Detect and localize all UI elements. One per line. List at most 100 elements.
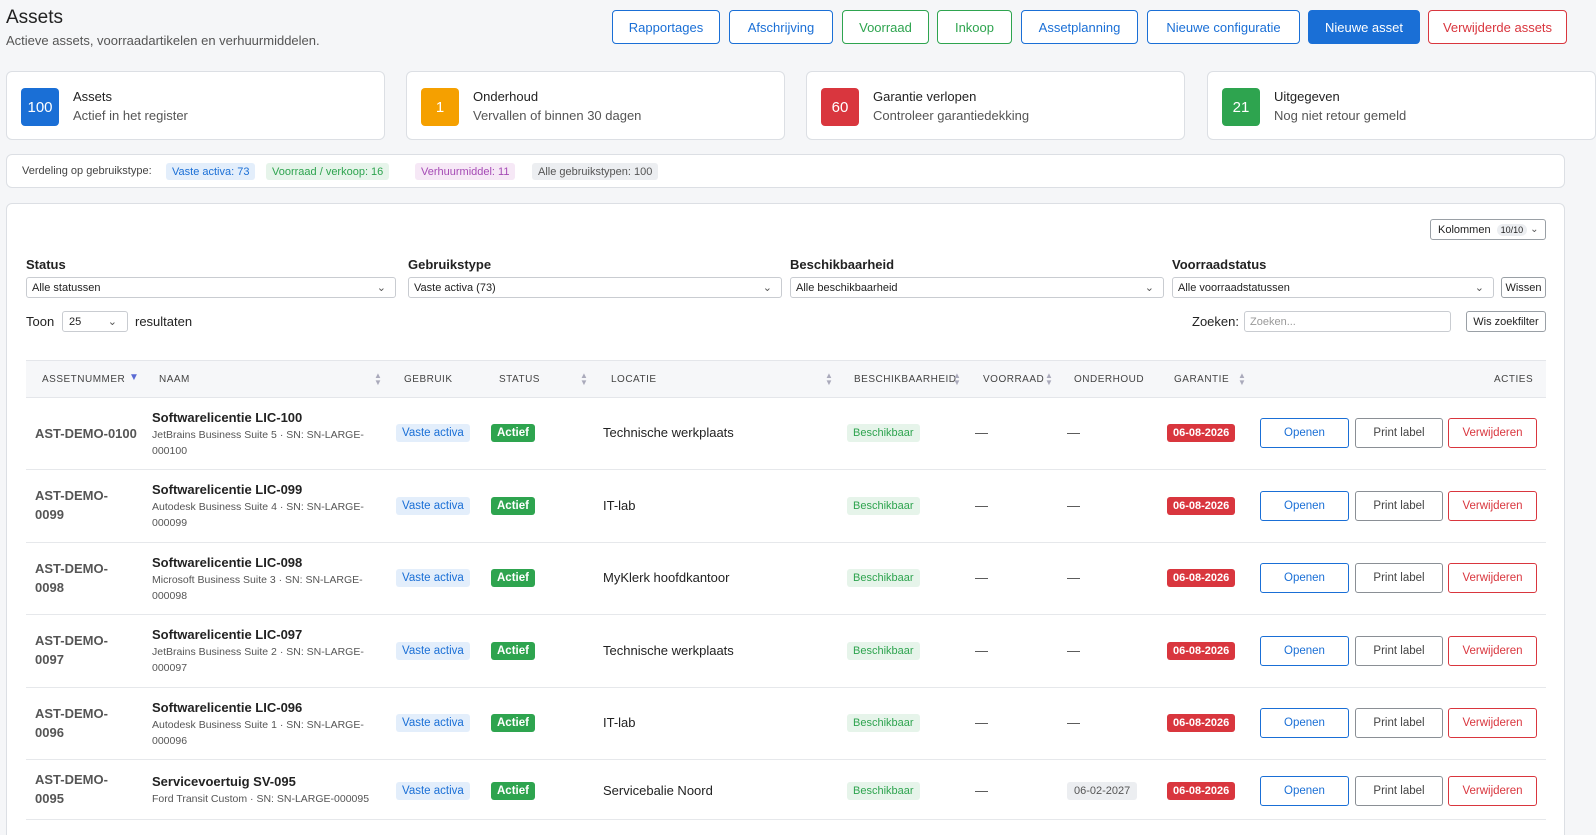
chevron-down-icon: ⌄ — [1474, 282, 1484, 294]
sort-icon[interactable]: ▲ ▼ — [374, 372, 382, 387]
rapportages-button[interactable]: Rapportages — [612, 10, 720, 44]
page-size-suffix: resultaten — [135, 314, 193, 329]
asset-details: JetBrains Business Suite 5 · SN: SN-LARG… — [152, 429, 364, 457]
filter-gebruikstype-value: Vaste activa (73) — [414, 281, 496, 294]
print-label-button[interactable]: Print label — [1355, 563, 1443, 593]
stat-card-value: 60 — [821, 88, 859, 126]
open-button[interactable]: Openen — [1260, 563, 1349, 593]
asset-number: AST-DEMO- — [35, 561, 108, 576]
print-label-button[interactable]: Print label — [1355, 708, 1443, 738]
clear-search-button[interactable]: Wis zoekfilter — [1466, 311, 1546, 332]
asset-number: AST-DEMO- — [35, 706, 108, 721]
delete-button[interactable]: Verwijderen — [1448, 491, 1537, 521]
delete-button[interactable]: Verwijderen — [1448, 418, 1537, 448]
warranty-badge: 06-08-2026 — [1167, 569, 1236, 587]
filter-voorraadstatus-select[interactable]: Alle voorraadstatussen ⌄ — [1172, 277, 1494, 298]
print-label-button[interactable]: Print label — [1355, 491, 1443, 521]
asset-name: Softwarelicentie LIC-098 — [152, 555, 303, 570]
asset-number-suffix: 0096 — [35, 725, 64, 740]
nieuwe-asset-button[interactable]: Nieuwe asset — [1308, 10, 1420, 44]
filter-voorraadstatus-label: Voorraadstatus — [1172, 257, 1267, 272]
delete-button[interactable]: Verwijderen — [1448, 563, 1537, 593]
table-row: AST-DEMO- 0099 Softwarelicentie LIC-099 … — [26, 470, 1546, 543]
filter-beschikbaarheid-label: Beschikbaarheid — [790, 257, 895, 272]
table-header: ASSETNUMMER ▼ NAAM ▲ ▼ GEBRUIK STATUS ▲ ▼ … — [26, 360, 1546, 398]
print-label-button[interactable]: Print label — [1355, 636, 1443, 666]
th-garantie[interactable]: GARANTIE — [1174, 374, 1229, 385]
th-onderhoud[interactable]: ONDERHOUD — [1074, 374, 1144, 385]
filter-gebruikstype-select[interactable]: Vaste activa (73) ⌄ — [408, 277, 782, 298]
sort-icon[interactable]: ▲ ▼ — [580, 372, 588, 387]
stat-card-value: 100 — [21, 88, 59, 126]
sort-desc-icon[interactable]: ▼ — [129, 373, 139, 383]
asset-number-suffix: 0099 — [35, 507, 64, 522]
filter-status-select[interactable]: Alle statussen ⌄ — [26, 277, 396, 298]
asset-details: Autodesk Business Suite 4 · SN: SN-LARGE… — [152, 501, 364, 529]
delete-button[interactable]: Verwijderen — [1448, 636, 1537, 666]
voorraad-button[interactable]: Voorraad — [842, 10, 929, 44]
afschrijving-button[interactable]: Afschrijving — [729, 10, 833, 44]
open-button[interactable]: Openen — [1260, 491, 1349, 521]
print-label-button[interactable]: Print label — [1355, 418, 1443, 448]
inkoop-button[interactable]: Inkoop — [937, 10, 1012, 44]
status-badge: Actief — [491, 714, 535, 732]
availability-badge: Beschikbaar — [847, 642, 920, 660]
stock-value: — — [975, 643, 988, 658]
open-button[interactable]: Openen — [1260, 418, 1349, 448]
th-beschikbaarheid[interactable]: BESCHIKBAARHEID — [854, 374, 957, 385]
sort-icon[interactable]: ▲ ▼ — [825, 372, 833, 387]
print-label-button[interactable]: Print label — [1355, 776, 1443, 806]
verwijderde-assets-button[interactable]: Verwijderde assets — [1428, 10, 1567, 44]
th-locatie[interactable]: LOCATIE — [611, 374, 657, 385]
table-row: AST-DEMO- 0096 Softwarelicentie LIC-096 … — [26, 688, 1546, 760]
warranty-badge: 06-08-2026 — [1167, 424, 1236, 442]
warranty-badge: 06-08-2026 — [1167, 497, 1236, 515]
sort-icon[interactable]: ▲ ▼ — [953, 372, 961, 387]
open-button[interactable]: Openen — [1260, 708, 1349, 738]
open-button[interactable]: Openen — [1260, 636, 1349, 666]
sort-icon[interactable]: ▲ ▼ — [1238, 372, 1246, 387]
th-voorraad[interactable]: VOORRAAD — [983, 374, 1044, 385]
sort-icon[interactable]: ▲ ▼ — [1045, 372, 1053, 387]
asset-details: Ford Transit Custom · SN: SN-LARGE-00009… — [152, 793, 370, 805]
asset-details: Microsoft Business Suite 3 · SN: SN-LARG… — [152, 574, 363, 602]
clear-filters-button[interactable]: Wissen — [1501, 277, 1546, 298]
table-row: AST-DEMO- 0097 Softwarelicentie LIC-097 … — [26, 615, 1546, 688]
asset-number: AST-DEMO- — [35, 633, 108, 648]
delete-button[interactable]: Verwijderen — [1448, 776, 1537, 806]
asset-name: Softwarelicentie LIC-100 — [152, 410, 303, 425]
pill-verhuurmiddel[interactable]: Verhuurmiddel: 11 — [415, 163, 516, 180]
th-assetnummer[interactable]: ASSETNUMMER — [42, 374, 125, 385]
usage-badge: Vaste activa — [396, 569, 470, 587]
warranty-badge: 06-08-2026 — [1167, 642, 1236, 660]
asset-name: Servicevoertuig SV-095 — [152, 774, 296, 789]
th-status[interactable]: STATUS — [499, 374, 540, 385]
pill-voorraad-verkoop[interactable]: Voorraad / verkoop: 16 — [266, 163, 390, 180]
search-input[interactable]: Zoeken... — [1244, 311, 1451, 332]
stat-card-uitgegeven: 21 Uitgegeven Nog niet retour gemeld — [1207, 71, 1596, 140]
pill-vaste-activa[interactable]: Vaste activa: 73 — [166, 163, 256, 180]
location: Servicebalie Noord — [603, 783, 713, 798]
location: IT-lab — [603, 715, 636, 730]
pill-alle-gebruikstypen[interactable]: Alle gebruikstypen: 100 — [532, 163, 659, 180]
stat-card-value: 21 — [1222, 88, 1260, 126]
page-size-select[interactable]: 25 ⌄ — [62, 311, 128, 332]
th-naam[interactable]: NAAM — [159, 374, 190, 385]
columns-button[interactable]: Kolommen 10/10 ⌄ — [1430, 219, 1546, 240]
nieuwe-configuratie-button[interactable]: Nieuwe configuratie — [1147, 10, 1300, 44]
th-gebruik[interactable]: GEBRUIK — [404, 374, 453, 385]
asset-number: AST-DEMO- — [35, 772, 108, 787]
filter-voorraadstatus-value: Alle voorraadstatussen — [1178, 281, 1290, 294]
stat-card-title: Uitgegeven — [1274, 89, 1340, 104]
availability-badge: Beschikbaar — [847, 569, 920, 587]
warranty-badge: 06-08-2026 — [1167, 714, 1236, 732]
open-button[interactable]: Openen — [1260, 776, 1349, 806]
status-badge: Actief — [491, 642, 535, 660]
location: Technische werkplaats — [603, 425, 734, 440]
stat-card-title: Assets — [73, 89, 113, 104]
status-badge: Actief — [491, 424, 535, 442]
assetplanning-button[interactable]: Assetplanning — [1021, 10, 1138, 44]
table-row: AST-DEMO-0100 Softwarelicentie LIC-100 J… — [26, 398, 1546, 470]
filter-beschikbaarheid-select[interactable]: Alle beschikbaarheid ⌄ — [790, 277, 1164, 298]
delete-button[interactable]: Verwijderen — [1448, 708, 1537, 738]
